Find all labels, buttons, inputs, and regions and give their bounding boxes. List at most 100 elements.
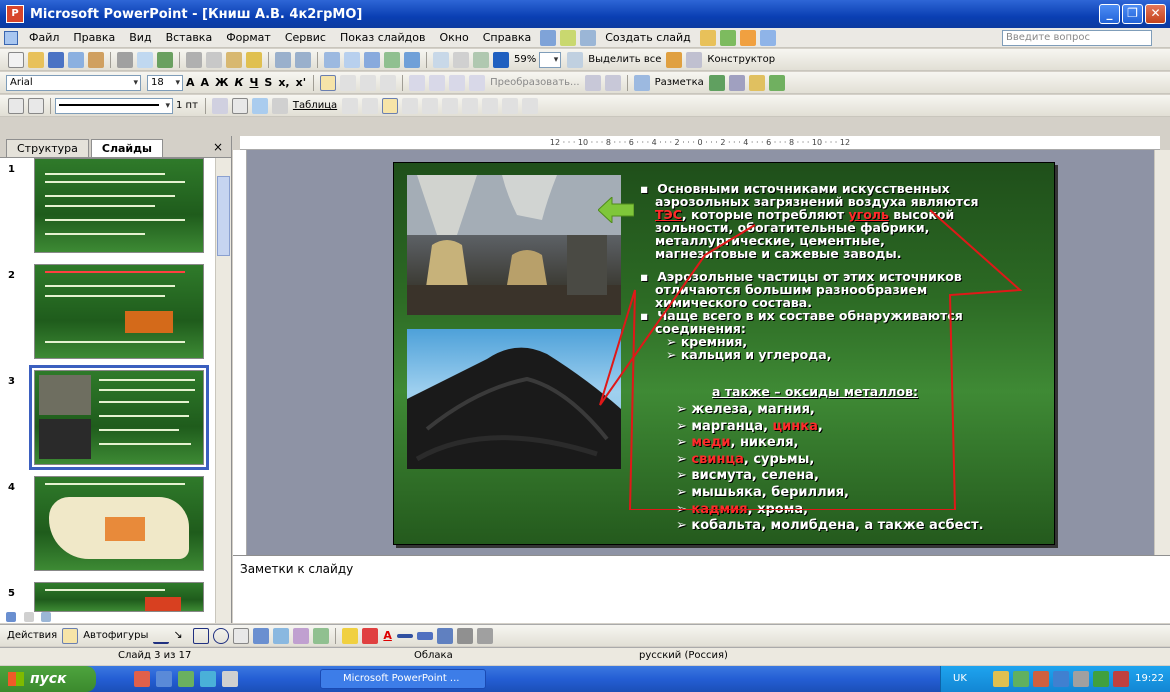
insert-chart-icon[interactable] [324,51,340,68]
email-icon[interactable] [88,51,104,68]
print-icon[interactable] [117,51,133,68]
start-button[interactable]: пуск [0,666,96,692]
quicklaunch-icon[interactable] [222,671,238,687]
quicklaunch-icon[interactable] [200,671,216,687]
tray-icon[interactable] [1053,671,1069,687]
menu-tools[interactable]: Сервис [278,31,333,44]
merge-cells-icon[interactable] [362,97,379,114]
pen-icon[interactable] [211,97,228,114]
tray-icon[interactable] [1093,671,1109,687]
copy-icon[interactable] [206,51,222,68]
zoom-value[interactable]: 59% [514,54,536,65]
shadow-button[interactable]: S [264,76,272,89]
designer-button[interactable]: Конструктор [707,54,775,65]
menu-help[interactable]: Справка [476,31,538,44]
subscript-button[interactable]: x, [278,76,289,89]
equation-icon[interactable] [728,74,745,91]
line-style-dropdown[interactable] [55,97,173,114]
quicklaunch-icon[interactable] [156,671,172,687]
align-right-icon[interactable] [360,74,377,91]
distribute-cols-icon[interactable] [462,97,479,114]
eraser-icon[interactable] [271,97,288,114]
quicklaunch-icon[interactable] [178,671,194,687]
select-objects-icon[interactable] [62,627,79,644]
ask-question-input[interactable]: Введите вопрос [1002,30,1152,46]
format-painter-icon[interactable] [246,51,262,68]
bullets-icon[interactable] [429,74,446,91]
grow-font-button[interactable]: A [186,76,195,89]
slide-thumbnail-3[interactable] [29,365,209,470]
fill-color-icon[interactable] [251,97,268,114]
delete-slide-icon[interactable] [28,97,44,114]
slide-notes-area[interactable]: Заметки к слайду [233,555,1170,623]
align-center-icon[interactable] [340,74,357,91]
tab-slides[interactable]: Слайды [90,139,163,157]
tray-icon[interactable] [1013,671,1029,687]
menu-window[interactable]: Окно [433,31,476,44]
table-style-icon[interactable] [482,97,499,114]
layout-icon[interactable] [759,29,776,46]
restore-button[interactable]: ❐ [1122,4,1143,24]
menu-view[interactable]: Вид [122,31,158,44]
research-icon[interactable] [768,74,785,91]
spelling-icon[interactable] [157,51,173,68]
tray-icon[interactable] [993,671,1009,687]
print-icon[interactable] [540,29,557,46]
show-formatting-icon[interactable] [453,51,469,68]
layout-button[interactable]: Разметка [655,77,704,88]
3d-style-icon[interactable] [476,627,493,644]
slide-thumbnail-2[interactable] [34,264,204,359]
para-spacing-icon[interactable] [604,74,621,91]
new-icon[interactable] [8,51,24,68]
permission-icon[interactable] [68,51,84,68]
line-style-icon[interactable] [396,633,413,638]
insert-table-icon[interactable] [344,51,360,68]
help-icon[interactable] [666,51,683,68]
oval-icon[interactable] [213,627,230,644]
superscript-button[interactable]: x' [296,76,306,89]
hyperlink-icon[interactable] [404,51,420,68]
close-button[interactable]: ✕ [1145,4,1166,24]
table-icon[interactable] [560,29,577,46]
italic-button[interactable]: К [235,76,244,89]
line-spacing-icon[interactable] [584,74,601,91]
rectangle-icon[interactable] [193,627,210,644]
cut-icon[interactable] [186,51,202,68]
menu-slideshow[interactable]: Показ слайдов [333,31,433,44]
slide-scrollbar[interactable] [1154,150,1170,555]
shadow-style-icon[interactable] [456,627,473,644]
color-grayscale-icon[interactable] [493,51,509,68]
clipart-icon[interactable] [293,627,310,644]
dash-style-icon[interactable] [416,631,433,640]
wordart-icon[interactable] [253,627,270,644]
open-icon[interactable] [28,51,44,68]
font-size-dropdown[interactable]: 18 [147,74,183,91]
animation-icon[interactable] [739,29,756,46]
normal-view-icon[interactable] [6,612,16,622]
insert-art-icon[interactable] [384,51,400,68]
insert-clipart-icon[interactable] [708,74,725,91]
text-direction-icon[interactable] [502,97,519,114]
line-color-icon[interactable] [362,627,379,644]
convert-button[interactable]: Преобразовать... [490,77,580,88]
fill-color-icon[interactable] [342,627,359,644]
taskbar-powerpoint[interactable]: Microsoft PowerPoint ... [320,669,486,689]
shrink-font-button[interactable]: A [201,76,210,89]
justify-icon[interactable] [380,74,397,91]
textbox-icon[interactable] [233,627,250,644]
bold-button[interactable]: Ж [215,76,228,89]
slide-thumbnail-5[interactable] [34,582,204,612]
paste-icon[interactable] [226,51,242,68]
design-icon[interactable] [719,29,736,46]
cell-margins-icon[interactable] [522,97,539,114]
picture-icon[interactable] [313,627,330,644]
borders-icon[interactable] [231,97,248,114]
actions-menu[interactable]: Действия [7,630,57,641]
slide-thumbnail-4[interactable] [34,476,204,571]
slide-thumbnail-1[interactable] [34,158,204,253]
menu-file[interactable]: Файл [22,31,66,44]
minimize-button[interactable]: _ [1099,4,1120,24]
redo-icon[interactable] [295,51,311,68]
create-slide-button[interactable]: Создать слайд [598,31,698,44]
diagram-icon[interactable] [273,627,290,644]
